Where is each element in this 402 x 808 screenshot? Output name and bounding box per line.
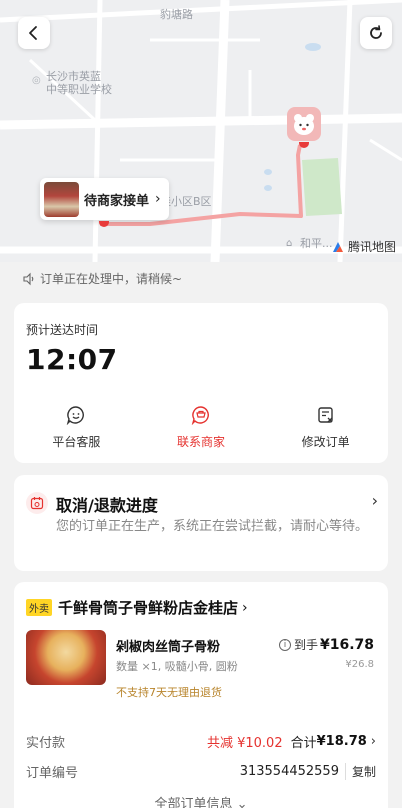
price-label: 到手 <box>293 638 318 652</box>
modify-order-button[interactable]: 修改订单 <box>263 405 388 450</box>
processing-notice: 订单正在处理中，请稍候~ <box>22 270 182 287</box>
platform-support-label: 平台客服 <box>52 435 101 449</box>
order-number: 313554452559 <box>239 764 339 779</box>
refund-title: 取消/退款进度 <box>56 496 158 515</box>
order-number-row: 订单编号 313554452559 复制 <box>26 762 376 781</box>
eta-title: 预计送达时间 <box>26 323 99 337</box>
school-marker-icon: ◎ <box>32 75 41 86</box>
refund-description: 您的订单正在生产，系统正在尝试拦截，请耐心等待。 <box>56 519 369 534</box>
discount-amount: 共减 ¥10.02 <box>206 736 283 751</box>
chevron-right-icon: › <box>155 191 161 207</box>
merchant-chat-icon <box>191 406 209 425</box>
bear-mascot-icon <box>294 114 314 135</box>
total-amount: ¥18.78 <box>316 734 367 749</box>
shop-name: 千鲜骨筒子骨鲜粉店金桂店 <box>58 599 239 617</box>
dish-name: 剁椒肉丝筒子骨粉 <box>116 640 221 655</box>
copy-button[interactable]: 复制 <box>344 763 376 780</box>
return-policy: 不支持7天无理由退货 <box>116 686 222 699</box>
merchant-status-bubble[interactable]: 待商家接单 › <box>40 178 169 220</box>
contact-merchant-button[interactable]: 联系商家 <box>139 405 264 450</box>
smile-chat-icon <box>67 406 85 425</box>
poi-marker-icon: ⌂ <box>286 238 293 249</box>
map-roads <box>0 0 402 262</box>
dish-spec: 数量 ×1, 吸髓小骨, 圆粉 <box>116 660 238 673</box>
order-number-label: 订单编号 <box>26 766 79 781</box>
refund-progress-card[interactable]: 取消/退款进度 › 您的订单正在生产，系统正在尝试拦截，请耐心等待。 <box>14 475 388 571</box>
dish-image[interactable] <box>26 630 106 685</box>
eta-time: 12:07 <box>26 343 118 376</box>
total-label: 合计 <box>290 736 317 751</box>
dish-price: i 到手 ¥16.78 <box>278 636 374 653</box>
shop-row[interactable]: 外卖 千鲜骨筒子骨鲜粉店金桂店 › <box>26 597 248 618</box>
platform-support-button[interactable]: 平台客服 <box>14 405 139 450</box>
merchant-status-text: 待商家接单 <box>84 193 150 209</box>
refund-calendar-icon <box>26 492 48 514</box>
rider-avatar <box>287 107 321 141</box>
speaker-icon <box>23 272 34 285</box>
map-view[interactable]: 豹塘路 长沙市英蓝 中等职业学校 佳小区B区 和平... ◎ ⌂ 待商家接单 ›… <box>0 0 402 262</box>
chevron-right-icon: › <box>242 599 248 616</box>
map-provider: 腾讯地图 <box>331 238 396 255</box>
back-button[interactable] <box>18 17 50 49</box>
chevron-right-icon: › <box>371 491 378 510</box>
modify-order-label: 修改订单 <box>301 435 350 449</box>
contact-merchant-label: 联系商家 <box>177 435 226 449</box>
tencent-map-logo-icon <box>332 241 343 252</box>
delivery-tag: 外卖 <box>26 599 52 616</box>
refresh-button[interactable] <box>360 17 392 49</box>
order-card: 外卖 千鲜骨筒子骨鲜粉店金桂店 › 剁椒肉丝筒子骨粉 数量 ×1, 吸髓小骨, … <box>14 582 388 808</box>
map-label-road: 豹塘路 <box>160 8 193 21</box>
dish-original-price: ¥26.8 <box>345 659 374 670</box>
map-label-school-2: 中等职业学校 <box>46 83 112 96</box>
merchant-thumbnail <box>44 181 79 217</box>
info-icon[interactable]: i <box>278 638 291 651</box>
chevron-right-icon: › <box>370 734 376 749</box>
paid-label: 实付款 <box>26 736 66 751</box>
paid-row[interactable]: 实付款 共减 ¥10.02 合计 ¥18.78 › <box>26 732 376 751</box>
map-label-school-1: 长沙市英蓝 <box>46 70 101 83</box>
refresh-icon <box>370 25 382 39</box>
chevron-left-icon <box>29 26 37 40</box>
processing-text: 订单正在处理中，请稍候~ <box>40 272 183 286</box>
all-order-info-toggle[interactable]: 全部订单信息 ⌄ <box>14 793 388 808</box>
dish-final-price: ¥16.78 <box>319 636 374 653</box>
eta-actions: 平台客服 联系商家 修改订单 <box>14 405 388 450</box>
map-provider-label: 腾讯地图 <box>347 240 396 254</box>
map-label-heping: 和平... <box>300 237 333 250</box>
eta-card: 预计送达时间 12:07 平台客服 联系商家 修改订单 <box>14 303 388 463</box>
edit-order-icon <box>317 407 333 423</box>
